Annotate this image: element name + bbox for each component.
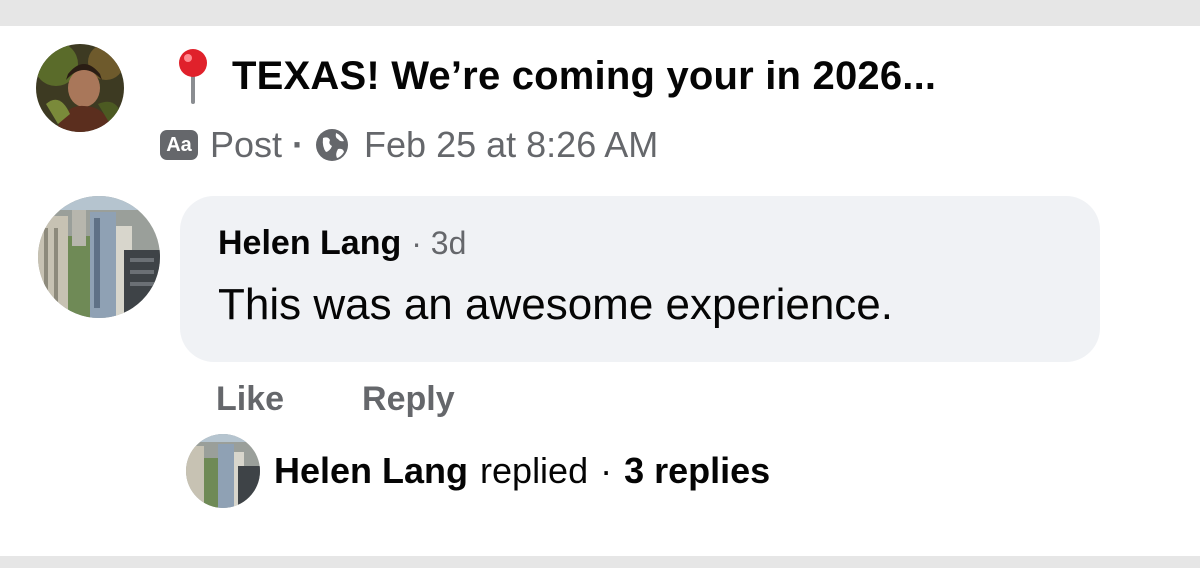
reply-author-avatar	[186, 434, 260, 508]
comment-author-row: Helen Lang · 3d	[218, 224, 466, 263]
post-author-avatar[interactable]	[36, 44, 124, 132]
meta-separator: ·	[292, 124, 305, 165]
reply-count: 3 replies	[624, 450, 771, 491]
post-title[interactable]: TEXAS! We’re coming your in 2026...	[232, 54, 936, 99]
post-type-label: Post	[210, 124, 283, 165]
comment-author-name[interactable]: Helen Lang	[218, 224, 401, 263]
like-button[interactable]: Like	[216, 380, 284, 419]
reply-verb: replied	[480, 450, 589, 491]
pin-icon	[179, 49, 207, 104]
bottom-divider	[0, 556, 1200, 568]
view-replies-link[interactable]: Helen Lang replied · 3 replies	[186, 434, 770, 508]
reply-button[interactable]: Reply	[362, 380, 455, 419]
globe-icon[interactable]	[314, 127, 350, 163]
post-meta: Aa Post · Feb 25 at 8:26 AM	[160, 122, 658, 168]
aa-icon: Aa	[160, 130, 198, 160]
comment-time-value: 3d	[430, 225, 467, 261]
comment-time[interactable]: · 3d	[411, 225, 466, 262]
top-divider	[0, 0, 1200, 26]
comment-bubble: Helen Lang · 3d This was an awesome expe…	[180, 196, 1100, 362]
post-title-row[interactable]: TEXAS! We’re coming your in 2026...	[172, 46, 936, 106]
comment-actions: Like Reply	[216, 380, 455, 419]
reply-separator: ·	[600, 450, 613, 491]
comment-time-separator: ·	[411, 225, 422, 261]
reply-author-name: Helen Lang	[274, 450, 469, 491]
post-timestamp[interactable]: Feb 25 at 8:26 AM	[364, 124, 658, 166]
commenter-avatar[interactable]	[38, 196, 160, 318]
comment-text: This was an awesome experience.	[218, 280, 893, 329]
